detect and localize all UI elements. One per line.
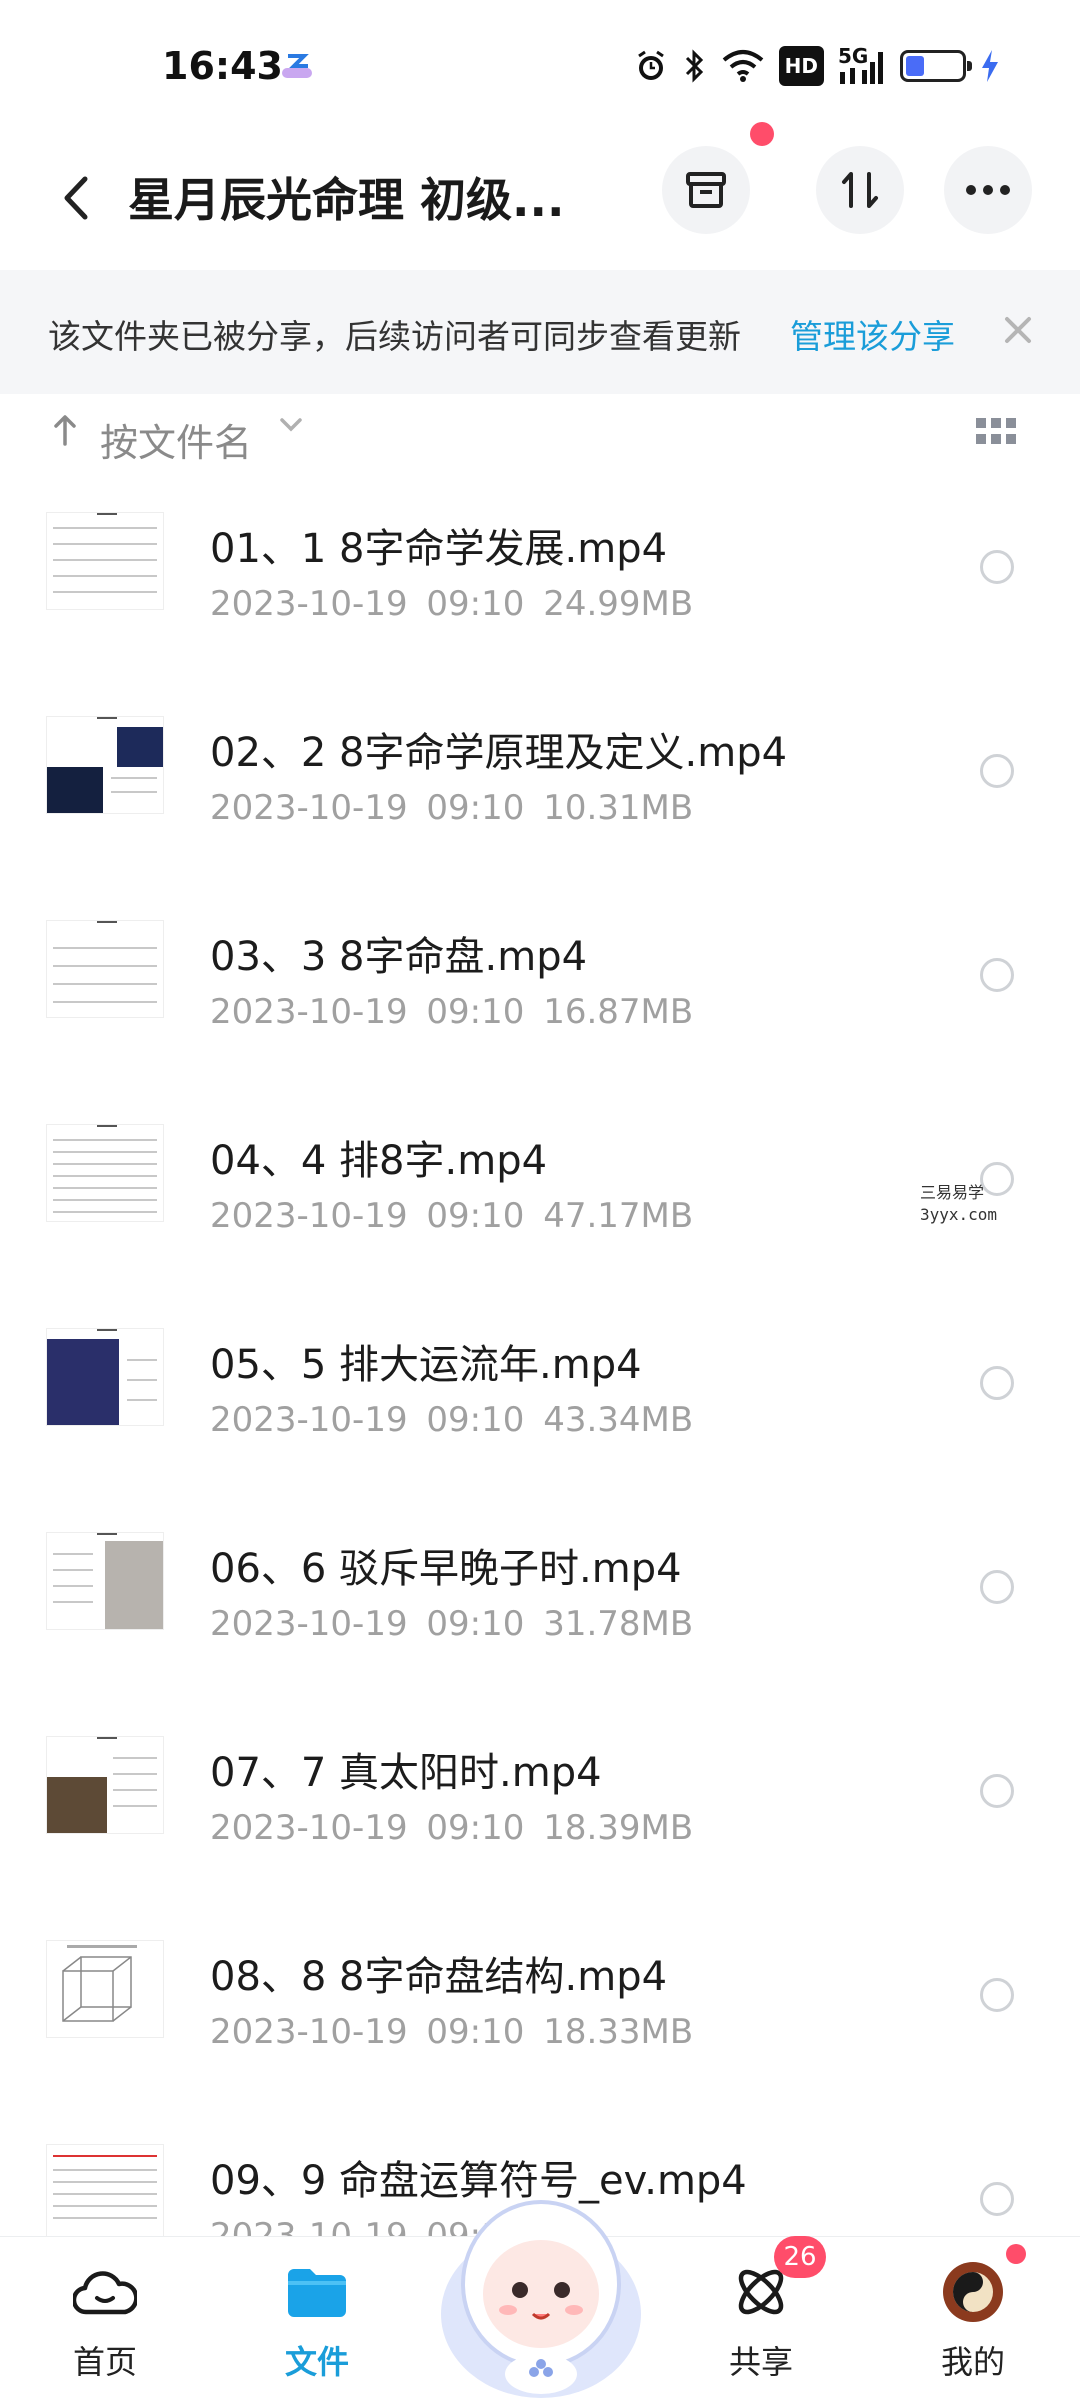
watermark-line-2: 3yyx.com	[920, 1205, 998, 1224]
file-row[interactable]: 01、1 8字命学发展.mp4 2023-10-19 09:10 24.99MB	[0, 496, 1080, 700]
sort-bar: 按文件名	[0, 396, 1080, 482]
status-time: 16:43	[162, 44, 283, 88]
assistant-mascot-button[interactable]	[436, 2164, 646, 2400]
file-meta: 2023-10-19 09:10 10.31MB	[210, 788, 694, 828]
select-checkbox[interactable]	[980, 1978, 1014, 2012]
manage-share-link[interactable]: 管理该分享	[790, 310, 955, 358]
back-button[interactable]	[46, 168, 106, 228]
file-list: 01、1 8字命学发展.mp4 2023-10-19 09:10 24.99MB…	[0, 496, 1080, 2332]
file-row[interactable]: 04、4 排8字.mp4 2023-10-19 09:10 47.17MB	[0, 1108, 1080, 1312]
close-banner-button[interactable]	[996, 308, 1040, 352]
watermark-line-1: 三易易学	[920, 1183, 985, 1202]
share-badge: 26	[774, 2236, 826, 2278]
select-checkbox[interactable]	[980, 1774, 1014, 1808]
video-thumbnail	[46, 1736, 164, 1834]
cube-diagram	[62, 1945, 137, 2022]
charging-icon	[980, 46, 1000, 86]
page-title: 星月辰光命理 初级...	[128, 173, 565, 227]
sort-by-name[interactable]: 按文件名	[100, 412, 252, 467]
sort-icon	[842, 172, 878, 208]
nav-share[interactable]: 共享	[696, 2261, 826, 2391]
file-meta: 2023-10-19 09:10 24.99MB	[210, 584, 694, 624]
alarm-icon	[633, 46, 669, 86]
file-meta: 2023-10-19 09:10 18.33MB	[210, 2012, 694, 2052]
file-name: 07、7 真太阳时.mp4	[210, 1750, 602, 1796]
nav-files-label: 文件	[284, 2343, 349, 2381]
file-meta: 2023-10-19 09:10 16.87MB	[210, 992, 694, 1032]
cloud-app-icon	[278, 48, 316, 86]
share-banner: 该文件夹已被分享，后续访问者可同步查看更新 管理该分享	[0, 270, 1080, 394]
select-checkbox[interactable]	[980, 1570, 1014, 1604]
folder-icon	[284, 2261, 350, 2323]
nav-files[interactable]: 文件	[252, 2261, 382, 2391]
video-thumbnail	[46, 1940, 164, 2038]
status-icons: HD 5G	[633, 46, 1000, 86]
cloud-home-icon	[72, 2261, 138, 2323]
file-name: 05、5 排大运流年.mp4	[210, 1342, 642, 1388]
mine-notification-dot	[1006, 2244, 1026, 2264]
video-thumbnail	[46, 1328, 164, 1426]
select-checkbox[interactable]	[980, 2182, 1014, 2216]
select-checkbox[interactable]	[980, 754, 1014, 788]
file-name: 08、8 8字命盘结构.mp4	[210, 1954, 668, 2000]
more-button[interactable]	[944, 146, 1032, 234]
nav-mine-label: 我的	[940, 2343, 1005, 2381]
video-thumbnail	[46, 1532, 164, 1630]
nav-mine[interactable]: 我的	[908, 2261, 1038, 2391]
back-icon	[64, 176, 88, 220]
file-name: 02、2 8字命学原理及定义.mp4	[210, 730, 788, 776]
file-row[interactable]: 02、2 8字命学原理及定义.mp4 2023-10-19 09:10 10.3…	[0, 700, 1080, 904]
file-meta: 2023-10-19 09:10 47.17MB	[210, 1196, 694, 1236]
nav-home-label: 首页	[72, 2343, 137, 2381]
mascot-icon	[441, 2200, 641, 2398]
file-name: 01、1 8字命学发展.mp4	[210, 526, 668, 572]
transfer-button[interactable]	[816, 146, 904, 234]
nav-home[interactable]: 首页	[40, 2261, 170, 2391]
file-row[interactable]: 07、7 真太阳时.mp4 2023-10-19 09:10 18.39MB	[0, 1720, 1080, 1924]
arrow-up-icon	[54, 415, 76, 446]
file-name: 06、6 驳斥早晚子时.mp4	[210, 1546, 682, 1592]
select-checkbox[interactable]	[980, 1366, 1014, 1400]
battery-icon	[900, 46, 972, 86]
header: 星月辰光命理 初级...	[0, 122, 1080, 270]
sort-direction-button[interactable]	[52, 412, 78, 457]
select-checkbox[interactable]	[980, 550, 1014, 584]
archive-icon	[686, 172, 726, 208]
more-icon	[966, 185, 1010, 195]
hd-badge: HD	[778, 46, 824, 86]
file-name: 03、3 8字命盘.mp4	[210, 934, 588, 980]
video-thumbnail	[46, 716, 164, 814]
select-checkbox[interactable]	[980, 958, 1014, 992]
file-name: 04、4 排8字.mp4	[210, 1138, 548, 1184]
file-meta: 2023-10-19 09:10 18.39MB	[210, 1808, 694, 1848]
video-thumbnail	[46, 1124, 164, 1222]
wifi-icon	[721, 46, 765, 86]
signal-icon: 5G	[838, 46, 886, 86]
file-row[interactable]: 05、5 排大运流年.mp4 2023-10-19 09:10 43.34MB	[0, 1312, 1080, 1516]
file-meta: 2023-10-19 09:10 43.34MB	[210, 1400, 694, 1440]
video-thumbnail	[46, 2144, 164, 2242]
avatar	[940, 2261, 1006, 2323]
watermark: 三易易学 3yyx.com	[920, 1182, 997, 1226]
file-row[interactable]: 03、3 8字命盘.mp4 2023-10-19 09:10 16.87MB	[0, 904, 1080, 1108]
video-thumbnail	[46, 920, 164, 1018]
file-row[interactable]: 08、8 8字命盘结构.mp4 2023-10-19 09:10 18.33MB	[0, 1924, 1080, 2128]
share-banner-text: 该文件夹已被分享，后续访问者可同步查看更新	[48, 317, 741, 356]
video-thumbnail	[46, 512, 164, 610]
grid-icon	[976, 418, 1016, 444]
close-icon	[1005, 317, 1031, 343]
chevron-down-icon[interactable]	[278, 416, 304, 438]
grid-view-button[interactable]	[976, 418, 1016, 452]
notification-dot	[750, 122, 774, 146]
bluetooth-icon	[683, 46, 707, 86]
nav-share-label: 共享	[728, 2343, 793, 2381]
file-meta: 2023-10-19 09:10 31.78MB	[210, 1604, 694, 1644]
archive-button[interactable]	[662, 146, 750, 234]
status-bar: 16:43 HD 5G	[0, 0, 1080, 130]
file-row[interactable]: 06、6 驳斥早晚子时.mp4 2023-10-19 09:10 31.78MB	[0, 1516, 1080, 1720]
